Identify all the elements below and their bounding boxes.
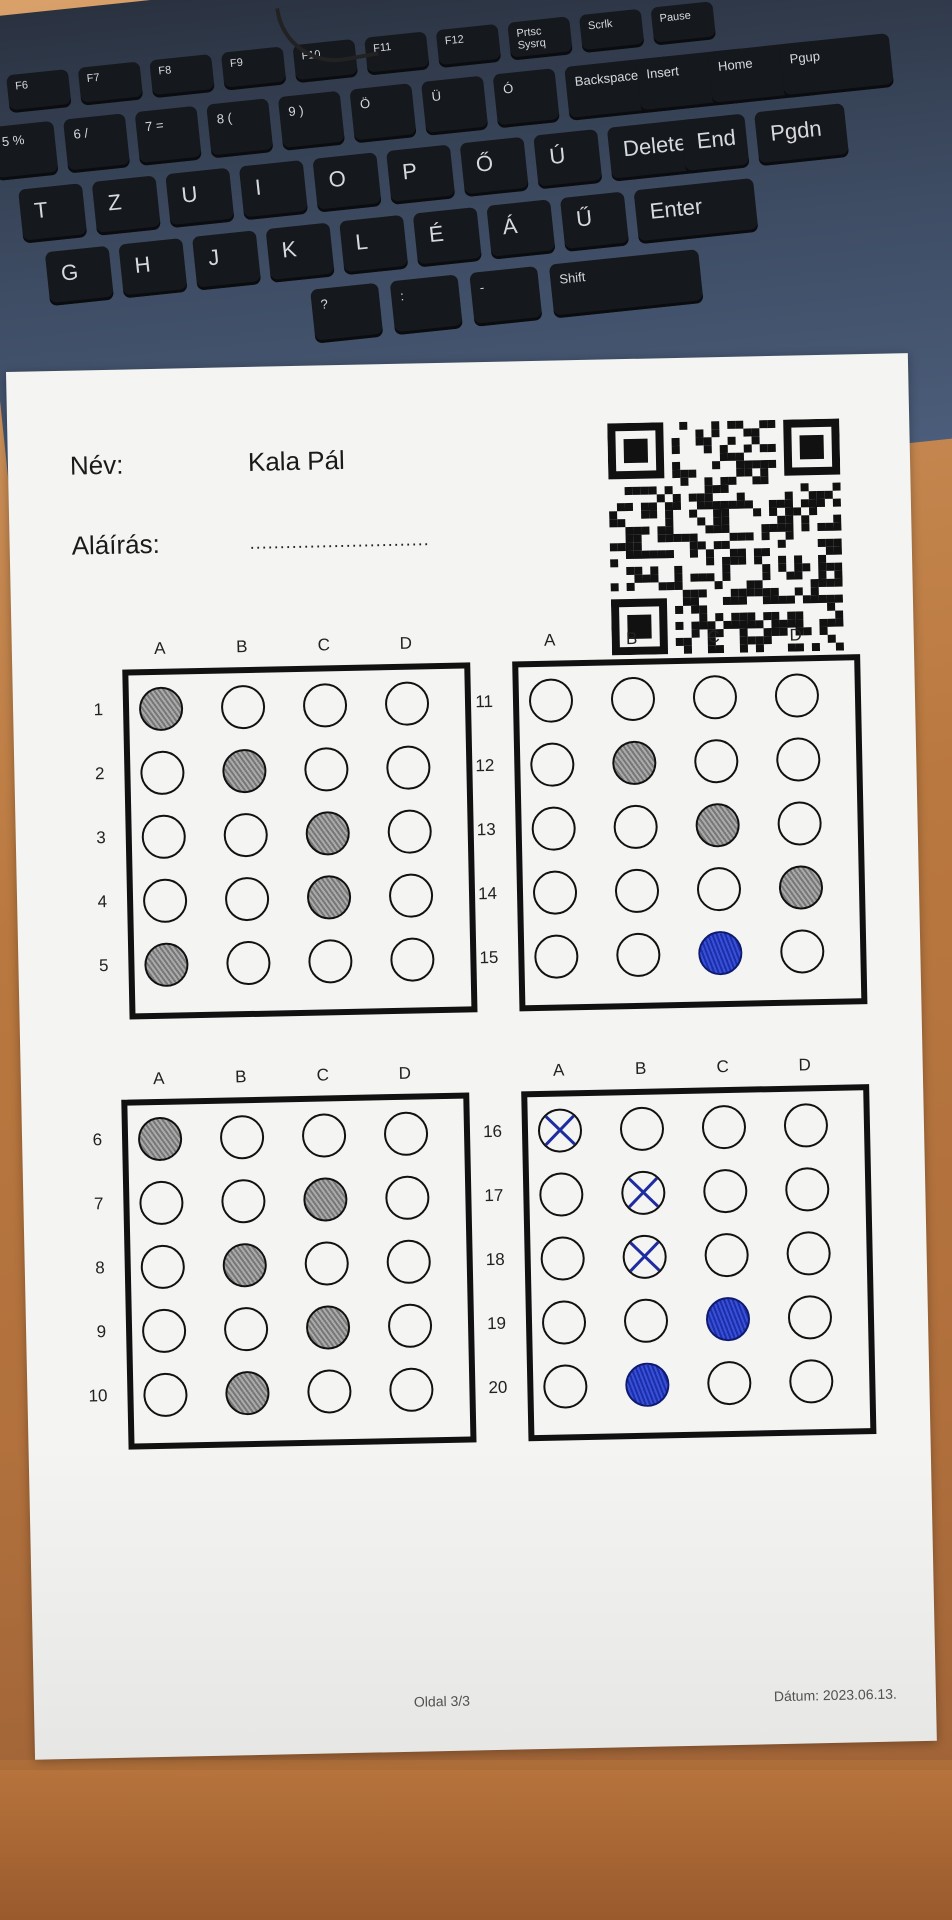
column-header: C <box>707 627 721 647</box>
key[interactable]: L <box>339 214 409 276</box>
key[interactable]: Ű <box>559 191 630 252</box>
key[interactable]: F9 <box>220 46 287 91</box>
key[interactable]: U <box>165 167 235 229</box>
column-header: B <box>235 637 248 657</box>
key[interactable]: 5 % <box>0 120 59 182</box>
column-header: C <box>716 1057 730 1077</box>
key[interactable]: 6 / <box>62 113 131 174</box>
answer-bubble-marked <box>537 1108 583 1154</box>
key[interactable]: F6 <box>6 69 72 114</box>
column-header: B <box>625 628 638 649</box>
question-number: 7 <box>93 1194 104 1214</box>
column-header: A <box>153 638 166 658</box>
key[interactable]: End <box>680 113 750 174</box>
key[interactable]: Ő <box>459 136 529 198</box>
column-header: C <box>317 635 331 655</box>
column-header: C <box>316 1065 330 1085</box>
desk-surface-bottom <box>0 1760 952 1920</box>
column-header: B <box>234 1067 247 1087</box>
key[interactable]: T <box>18 183 88 244</box>
column-header: D <box>399 633 413 653</box>
key[interactable]: Prtsc Sysrq <box>507 16 573 61</box>
question-number: 13 <box>476 819 496 840</box>
question-number: 12 <box>475 755 495 776</box>
answer-bubble-marked <box>620 1170 666 1216</box>
key[interactable]: Enter <box>633 177 759 245</box>
question-number: 14 <box>477 883 498 904</box>
key[interactable]: Á <box>486 199 556 260</box>
key[interactable]: ? <box>310 282 384 344</box>
question-number: 1 <box>93 700 104 720</box>
name-value: Kala Pál <box>247 444 346 477</box>
question-number: 11 <box>475 691 494 712</box>
answer-bubble-marked <box>622 1234 668 1280</box>
question-number: 18 <box>485 1249 505 1270</box>
key[interactable]: Scrlk <box>578 8 645 54</box>
column-header: A <box>552 1060 565 1080</box>
key[interactable]: F12 <box>435 23 502 69</box>
column-header: D <box>798 1055 812 1075</box>
column-header: D <box>789 625 803 645</box>
signature-line: .............................. <box>249 529 430 553</box>
question-number: 3 <box>96 828 106 848</box>
question-number: 16 <box>482 1121 503 1142</box>
key[interactable]: I <box>238 159 309 221</box>
column-header: B <box>634 1058 647 1078</box>
key[interactable]: Z <box>91 175 161 236</box>
column-header: A <box>543 630 556 650</box>
question-number: 4 <box>97 892 108 912</box>
page-number: Oldal 3/3 <box>413 1692 471 1710</box>
key[interactable]: Ü <box>421 75 489 136</box>
key[interactable]: Ó <box>492 68 560 129</box>
key[interactable]: J <box>191 230 262 291</box>
question-number: 8 <box>95 1258 105 1278</box>
question-number: 9 <box>96 1322 107 1342</box>
question-number: 17 <box>484 1185 504 1206</box>
date-text: Dátum: 2023.06.13. <box>773 1685 898 1705</box>
key[interactable]: 9 ) <box>277 90 346 151</box>
question-number: 10 <box>88 1386 108 1406</box>
key[interactable]: Shift <box>548 249 704 319</box>
key[interactable]: G <box>44 245 115 307</box>
key[interactable]: Ú <box>533 129 603 190</box>
key[interactable]: : <box>389 274 463 336</box>
column-header: A <box>152 1068 165 1089</box>
question-number: 2 <box>94 764 105 784</box>
question-number: 15 <box>479 947 499 968</box>
question-number: 5 <box>98 955 109 976</box>
key[interactable]: Pgup <box>779 33 895 99</box>
key[interactable]: É <box>412 207 483 268</box>
key[interactable]: H <box>118 237 188 299</box>
signature-label: Aláírás: <box>71 528 161 561</box>
question-number: 19 <box>486 1313 507 1334</box>
question-number: 20 <box>488 1377 508 1398</box>
key[interactable]: F8 <box>149 53 215 99</box>
column-header: D <box>398 1063 412 1083</box>
key[interactable]: Pgdn <box>754 103 850 167</box>
key[interactable]: P <box>386 144 456 205</box>
answer-sheet: Név: Kala Pál Aláírás: .................… <box>6 353 937 1760</box>
qr-code <box>607 418 845 656</box>
key[interactable]: - <box>469 266 543 327</box>
key[interactable]: K <box>265 222 335 283</box>
key[interactable]: 8 ( <box>206 98 274 159</box>
key[interactable]: 7 = <box>134 105 202 166</box>
key[interactable]: Ö <box>349 83 417 144</box>
name-label: Név: <box>69 449 124 481</box>
key[interactable]: Pause <box>650 1 717 46</box>
question-number: 6 <box>92 1130 103 1150</box>
key[interactable]: F7 <box>77 61 144 106</box>
key[interactable]: O <box>312 152 382 213</box>
